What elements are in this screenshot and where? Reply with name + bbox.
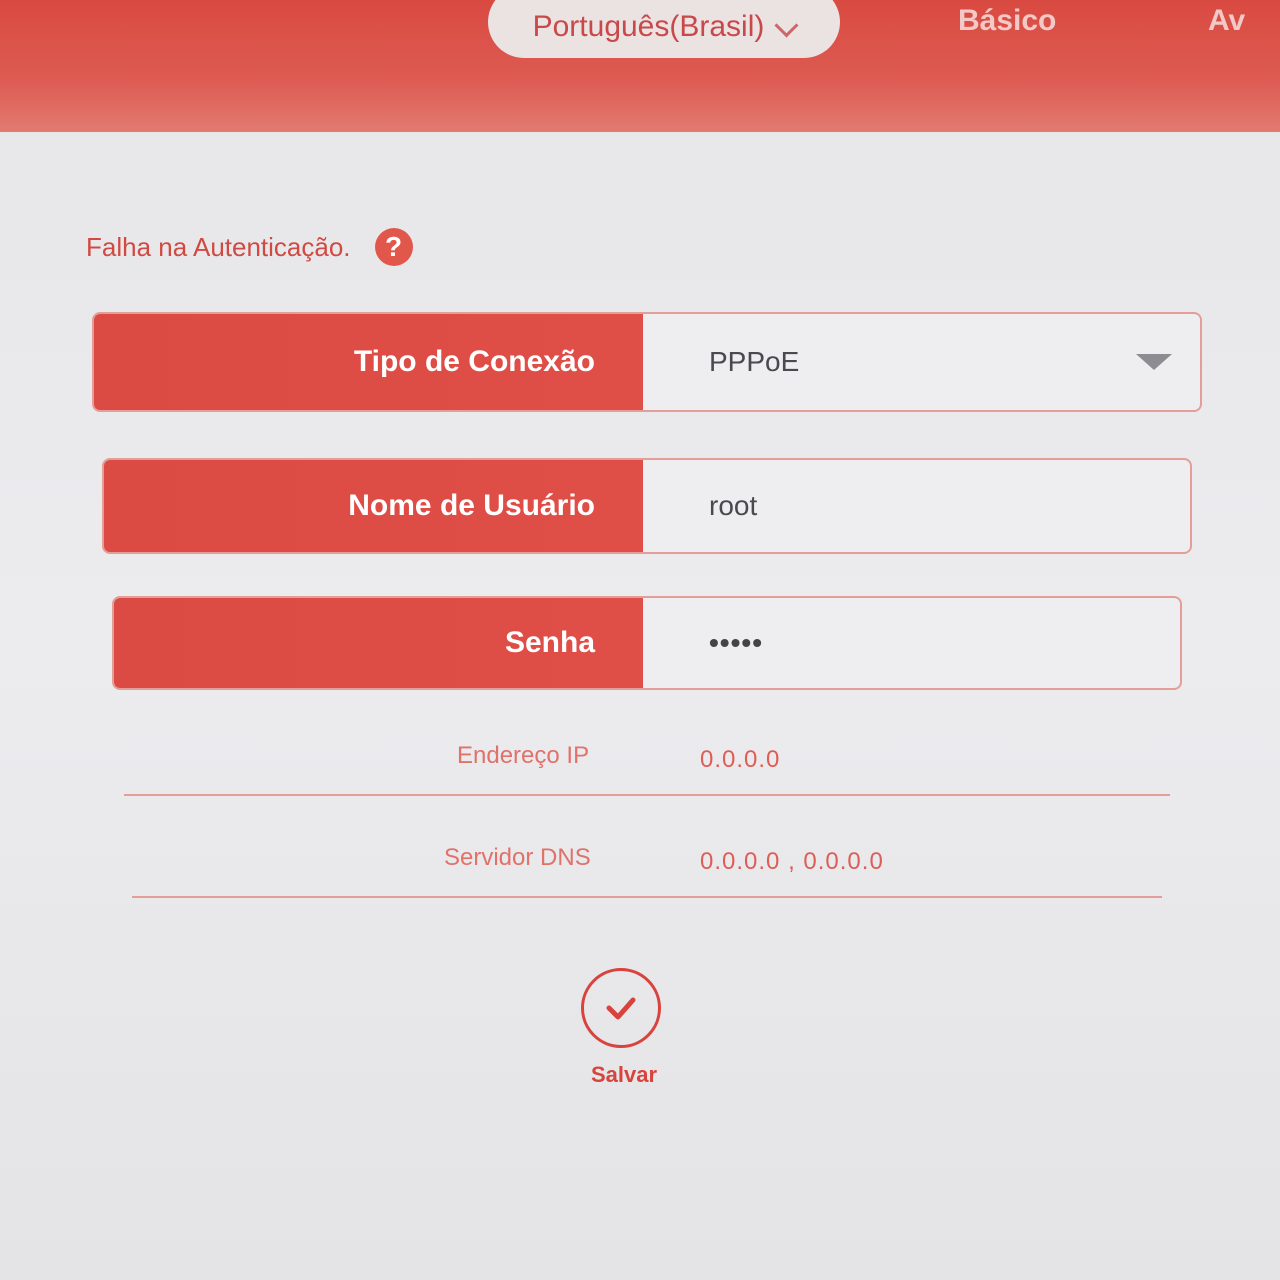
password-label: Senha bbox=[114, 598, 643, 688]
password-value: ••••• bbox=[709, 627, 764, 658]
username-field[interactable]: root bbox=[643, 460, 1190, 552]
language-select-label: Português(Brasil) bbox=[532, 10, 765, 43]
ip-address-row: Endereço IP 0.0.0.0 bbox=[124, 730, 1170, 796]
save-label[interactable]: Salvar bbox=[560, 1062, 688, 1088]
dropdown-arrow-icon bbox=[1136, 354, 1172, 370]
connection-status: Falha na Autenticação. ? bbox=[86, 228, 413, 266]
dns-server-label: Servidor DNS bbox=[444, 844, 591, 871]
chevron-down-icon bbox=[774, 13, 799, 38]
username-row: Nome de Usuário root bbox=[102, 458, 1192, 554]
language-select[interactable]: Português(Brasil) bbox=[488, 0, 840, 58]
status-message: Falha na Autenticação. bbox=[86, 231, 351, 262]
username-label: Nome de Usuário bbox=[104, 460, 643, 552]
username-value: root bbox=[709, 490, 758, 521]
connection-type-select[interactable]: PPPoE bbox=[643, 314, 1200, 410]
ip-address-label: Endereço IP bbox=[457, 742, 590, 769]
connection-type-row: Tipo de Conexão PPPoE bbox=[92, 312, 1202, 412]
top-header: Português(Brasil) Básico Av bbox=[0, 0, 1280, 132]
connection-type-label: Tipo de Conexão bbox=[94, 314, 643, 410]
dns-server-value: 0.0.0.0 , 0.0.0.0 bbox=[700, 848, 884, 875]
nav-tab-basic[interactable]: Básico bbox=[958, 4, 1056, 38]
save-button[interactable] bbox=[581, 968, 661, 1048]
connection-type-value: PPPoE bbox=[709, 346, 800, 377]
check-icon bbox=[606, 997, 636, 1020]
password-row: Senha ••••• bbox=[112, 596, 1182, 690]
dns-server-row: Servidor DNS 0.0.0.0 , 0.0.0.0 bbox=[132, 830, 1162, 898]
question-mark-icon[interactable]: ? bbox=[374, 228, 413, 266]
ip-address-value: 0.0.0.0 bbox=[700, 746, 781, 773]
router-settings-page: Português(Brasil) Básico Av Falha na Aut… bbox=[0, 0, 1280, 1280]
nav-tab-advanced[interactable]: Av bbox=[1208, 4, 1245, 38]
password-field[interactable]: ••••• bbox=[643, 598, 1180, 688]
